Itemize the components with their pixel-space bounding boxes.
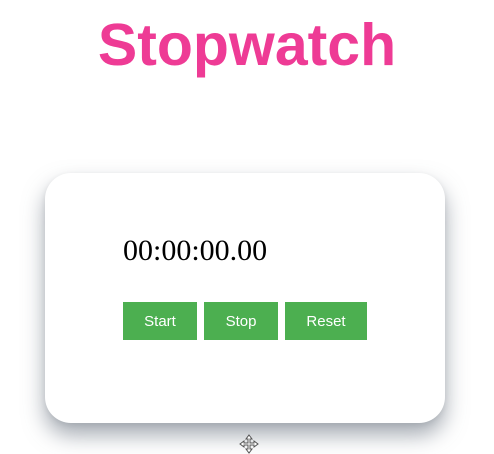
reset-button[interactable]: Reset [285, 302, 367, 340]
move-cursor-icon [238, 434, 260, 454]
time-display: 00:00:00.00 [123, 234, 268, 267]
start-button[interactable]: Start [123, 302, 197, 340]
stopwatch-card: 00:00:00.00 Start Stop Reset [45, 173, 445, 423]
page-title: Stopwatch [97, 12, 397, 78]
stop-button[interactable]: Stop [204, 302, 278, 340]
